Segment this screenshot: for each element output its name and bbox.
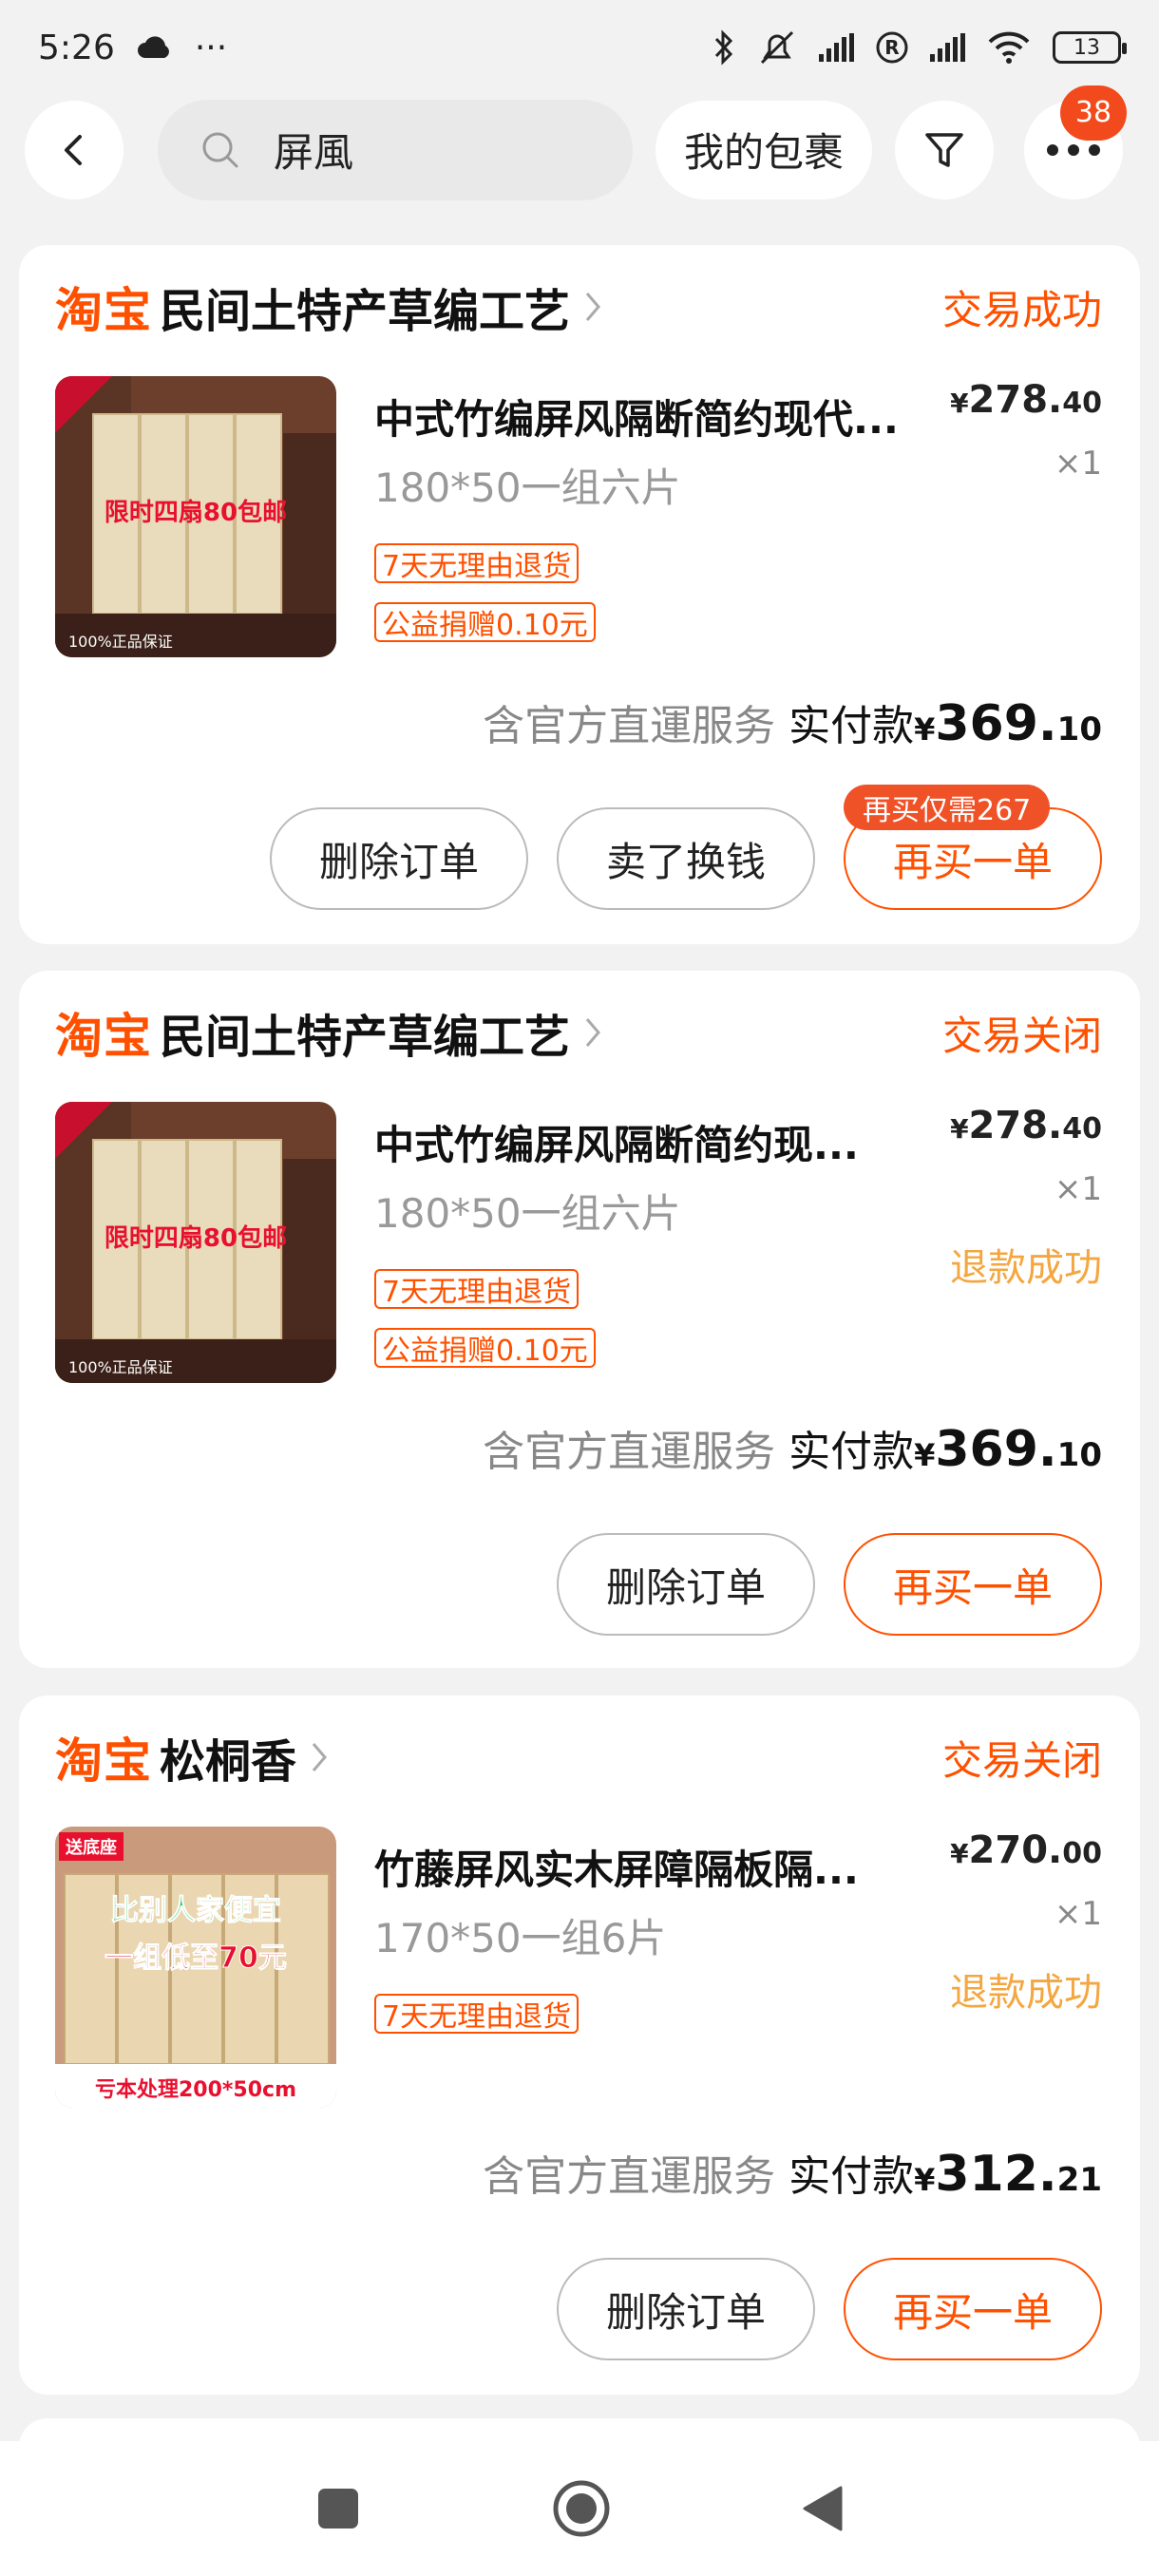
thumb-footer-text: 100%正品保证 (68, 1358, 173, 1376)
product-spec: 180*50一组六片 (374, 1190, 681, 1237)
more-button[interactable]: 38 (1024, 85, 1128, 199)
status-time: 5:26 (38, 28, 115, 67)
svg-text:R: R (884, 36, 899, 59)
shop-name: 松桐香 (160, 1735, 297, 1789)
battery-icon: 13 (1053, 31, 1127, 64)
return-tag: 7天无理由退货 (374, 543, 580, 583)
my-packages-button[interactable]: 我的包裹 (656, 100, 873, 199)
search-input[interactable]: 屏風 (158, 99, 633, 200)
filter-icon (925, 132, 963, 167)
taobao-logo: 淘宝 (55, 283, 152, 338)
back-button[interactable] (25, 100, 124, 199)
thumb-footer-text: 100%正品保证 (68, 633, 173, 651)
back-icon[interactable] (801, 2484, 845, 2533)
unit-price: ¥270.00 (950, 1828, 1102, 1872)
order-card[interactable]: 淘宝 民间土特产草编工艺 交易成功 限时四扇80包邮 100%正品保证 中式竹编… (19, 245, 1140, 944)
status-bar: 5:26 ··· R 13 (0, 0, 1159, 95)
delete-order-button[interactable]: 删除订单 (270, 807, 528, 910)
service-text: 含官方直運服务 (483, 702, 776, 750)
buy-again-button[interactable]: 再买一单 (844, 1533, 1102, 1636)
shop-link[interactable]: 淘宝 民间土特产草编工艺 (55, 273, 602, 341)
chevron-right-icon (312, 1743, 327, 1771)
donation-tag: 公益捐赠0.10元 (374, 602, 596, 642)
buy-again-promo: 再买仅需267 (844, 785, 1051, 830)
paid-amount: 369. (935, 695, 1057, 752)
product-spec: 170*50一组6片 (374, 1915, 667, 1961)
paid-amount: 369. (935, 1421, 1057, 1478)
return-tag: 7天无理由退货 (374, 1269, 580, 1309)
top-bar: 屏風 我的包裹 38 (0, 85, 1159, 204)
search-icon (202, 132, 238, 167)
shop-link[interactable]: 淘宝 民间土特产草编工艺 (55, 998, 602, 1067)
product-title[interactable]: 中式竹编屏风隔断简约现... (374, 1113, 887, 1171)
status-overflow: ··· (194, 28, 228, 67)
back-arrow-icon (65, 134, 82, 165)
product-thumbnail[interactable]: 限时四扇80包邮 100%正品保证 (55, 1102, 336, 1383)
more-icon (1047, 143, 1101, 156)
thumb-promo-text: 限时四扇80包邮 (104, 1223, 287, 1253)
wifi-icon (988, 31, 1030, 64)
product-title[interactable]: 竹藤屏风实木屏障隔板隔... (374, 1838, 887, 1896)
paid-label: 实付款 (788, 702, 915, 750)
product-spec: 180*50一组六片 (374, 464, 681, 511)
thumb-line1-text: 比别人家便宜 (110, 1894, 281, 1927)
more-badge: 38 (1060, 85, 1128, 141)
delete-order-button[interactable]: 删除订单 (557, 1533, 815, 1636)
product-thumbnail[interactable]: 送底座 比别人家便宜 一组低至70元 亏本处理200*50cm (55, 1827, 336, 2108)
bluetooth-icon (714, 29, 733, 66)
refund-status: 退款成功 (950, 1246, 1102, 1290)
chevron-right-icon (585, 1018, 600, 1047)
filter-button[interactable] (895, 100, 995, 199)
shop-name: 民间土特产草编工艺 (160, 1011, 571, 1064)
registered-icon: R (876, 31, 908, 64)
mute-icon (760, 30, 794, 65)
thumb-badge-text: 送底座 (65, 1837, 117, 1858)
order-status: 交易关闭 (941, 1012, 1102, 1059)
thumb-line2-text: 一组低至70元 (104, 1941, 287, 1975)
shop-link[interactable]: 淘宝 松桐香 (55, 1723, 329, 1791)
refund-status: 退款成功 (950, 1971, 1102, 2015)
system-nav-bar (0, 2441, 1159, 2576)
order-status: 交易关闭 (941, 1736, 1102, 1784)
order-card[interactable]: 淘宝 民间土特产草编工艺 交易关闭 限时四扇80包邮 100%正品保证 中式竹编… (19, 971, 1140, 1668)
order-card[interactable]: 淘宝 松桐香 交易关闭 送底座 比别人家便宜 一组低至70元 亏本处理200*5… (19, 1695, 1140, 2395)
thumb-promo-text: 限时四扇80包邮 (104, 498, 287, 527)
taobao-logo: 淘宝 (55, 1009, 152, 1064)
paid-amount: 312. (935, 2146, 1057, 2203)
delete-order-button[interactable]: 删除订单 (557, 2258, 815, 2360)
service-text: 含官方直運服务 (483, 1428, 776, 1476)
total-row: 含官方直運服务 实付款 ¥312. 21 (483, 2142, 1102, 2203)
total-row: 含官方直運服务 实付款 ¥369. 10 (483, 691, 1102, 752)
service-text: 含官方直運服务 (483, 2152, 776, 2201)
paid-label: 实付款 (788, 1428, 915, 1476)
recent-apps-icon[interactable] (314, 2485, 362, 2532)
total-row: 含官方直運服务 实付款 ¥369. 10 (483, 1417, 1102, 1478)
order-status: 交易成功 (941, 286, 1102, 333)
paid-label: 实付款 (788, 2152, 915, 2201)
quantity: ×1 (1054, 445, 1102, 483)
sell-button[interactable]: 卖了换钱 (557, 807, 815, 910)
product-title[interactable]: 中式竹编屏风隔断简约现代... (374, 388, 906, 445)
chevron-right-icon (585, 293, 600, 321)
shop-name: 民间土特产草编工艺 (160, 285, 571, 338)
search-query: 屏風 (274, 129, 354, 176)
cloud-icon (137, 36, 169, 58)
buy-again-button[interactable]: 再买一单 (844, 2258, 1102, 2360)
quantity: ×1 (1054, 1170, 1102, 1208)
home-icon[interactable] (552, 2479, 611, 2538)
unit-price: ¥278.40 (950, 378, 1102, 422)
donation-tag: 公益捐赠0.10元 (374, 1328, 596, 1368)
return-tag: 7天无理由退货 (374, 1994, 580, 2034)
signal-icon (819, 33, 854, 62)
unit-price: ¥278.40 (950, 1104, 1102, 1147)
signal-icon-2 (930, 33, 965, 62)
thumb-footer-text: 亏本处理200*50cm (95, 2077, 296, 2102)
product-thumbnail[interactable]: 限时四扇80包邮 100%正品保证 (55, 376, 336, 657)
taobao-logo: 淘宝 (55, 1733, 152, 1789)
quantity: ×1 (1054, 1895, 1102, 1933)
